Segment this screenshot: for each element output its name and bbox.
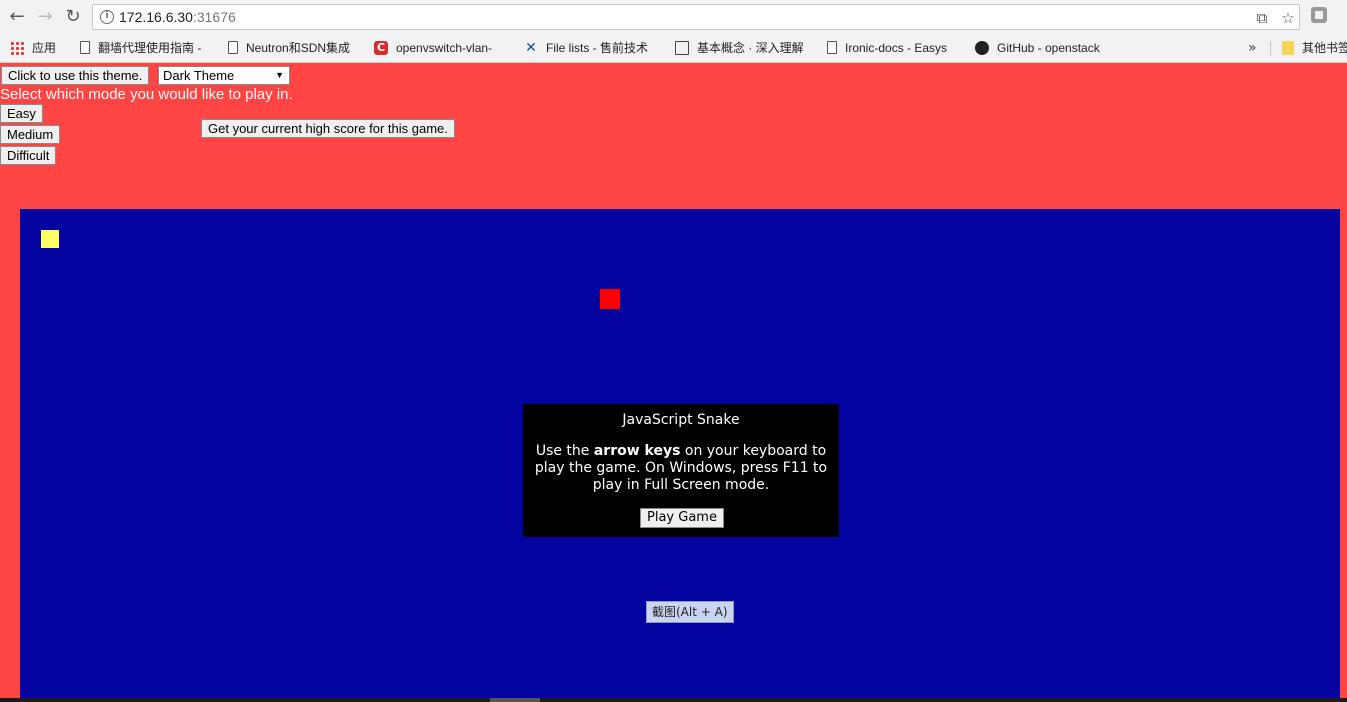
bookmark-other[interactable]: 其他书签 [1282, 36, 1347, 60]
welcome-dialog: JavaScript Snake Use the arrow keys on y… [523, 404, 839, 537]
use-theme-button[interactable]: Click to use this theme. [1, 66, 150, 85]
dialog-description: Use the arrow keys on your keyboard to p… [534, 443, 828, 493]
play-game-button[interactable]: Play Game [640, 508, 724, 528]
difficult-button[interactable]: Difficult [0, 146, 57, 165]
bookmark-6[interactable]: Ironic-docs - Easys [827, 36, 961, 60]
back-icon[interactable]: ← [6, 6, 28, 28]
game-board[interactable]: JavaScript Snake Use the arrow keys on y… [20, 209, 1340, 702]
bookmark-apps[interactable]: 应用 [10, 36, 70, 60]
address-bar[interactable]: i 172.16.6.30:31676 ⧉ ☆ [92, 4, 1300, 30]
url-text: 172.16.6.30:31676 [119, 9, 236, 25]
page-icon [80, 41, 90, 55]
extension-icon[interactable] [1311, 7, 1327, 23]
bookmark-5[interactable]: 基本概念 · 深入理解 [675, 36, 811, 60]
star-icon[interactable]: ☆ [1279, 9, 1297, 27]
csdn-icon: C [374, 40, 388, 55]
bookmark-4[interactable]: ✕ File lists - 售前技术 [524, 36, 662, 60]
screenshot-tooltip: 截图(Alt + A) [646, 601, 734, 623]
github-icon [975, 40, 989, 55]
folder-icon [1282, 40, 1294, 55]
site-info-icon[interactable]: i [100, 10, 114, 24]
bookmark-7[interactable]: GitHub - openstack [975, 36, 1111, 60]
tools-icon: ✕ [525, 39, 537, 56]
dialog-title: JavaScript Snake [622, 412, 740, 428]
translate-icon[interactable]: ⧉ [1253, 9, 1271, 27]
taskbar [0, 698, 1347, 702]
bookmark-separator [1270, 41, 1271, 55]
page-icon [228, 41, 238, 55]
bookmark-1[interactable]: 翻墙代理使用指南 - [80, 36, 210, 60]
browser-chrome: ← → ↻ i 172.16.6.30:31676 ⧉ ☆ 应用 翻墙代理使用指… [0, 0, 1347, 63]
more-bookmarks-icon[interactable]: » [1248, 36, 1257, 60]
reload-icon[interactable]: ↻ [62, 6, 84, 28]
forward-icon[interactable]: → [34, 6, 56, 28]
easy-button[interactable]: Easy [0, 104, 43, 123]
mode-prompt: Select which mode you would like to play… [0, 86, 293, 103]
apps-icon [10, 40, 24, 55]
page-icon [827, 41, 837, 55]
high-score-button[interactable]: Get your current high score for this gam… [201, 119, 455, 138]
page-content: Click to use this theme. Dark Theme ▼ Sel… [0, 63, 1347, 702]
chevron-down-icon: ▼ [275, 70, 284, 80]
taskbar-item[interactable] [490, 698, 540, 702]
book-icon [675, 40, 689, 55]
snake-head [41, 230, 59, 248]
food-block [600, 289, 620, 309]
medium-button[interactable]: Medium [0, 125, 61, 144]
theme-select[interactable]: Dark Theme ▼ [158, 66, 290, 85]
bookmark-3[interactable]: Copenvswitch-vlan- [374, 36, 510, 60]
bookmarks-bar: 应用 翻墙代理使用指南 - Neutron和SDN集成 Copenvswitch… [0, 36, 1347, 60]
bookmark-2[interactable]: Neutron和SDN集成 [228, 36, 362, 60]
